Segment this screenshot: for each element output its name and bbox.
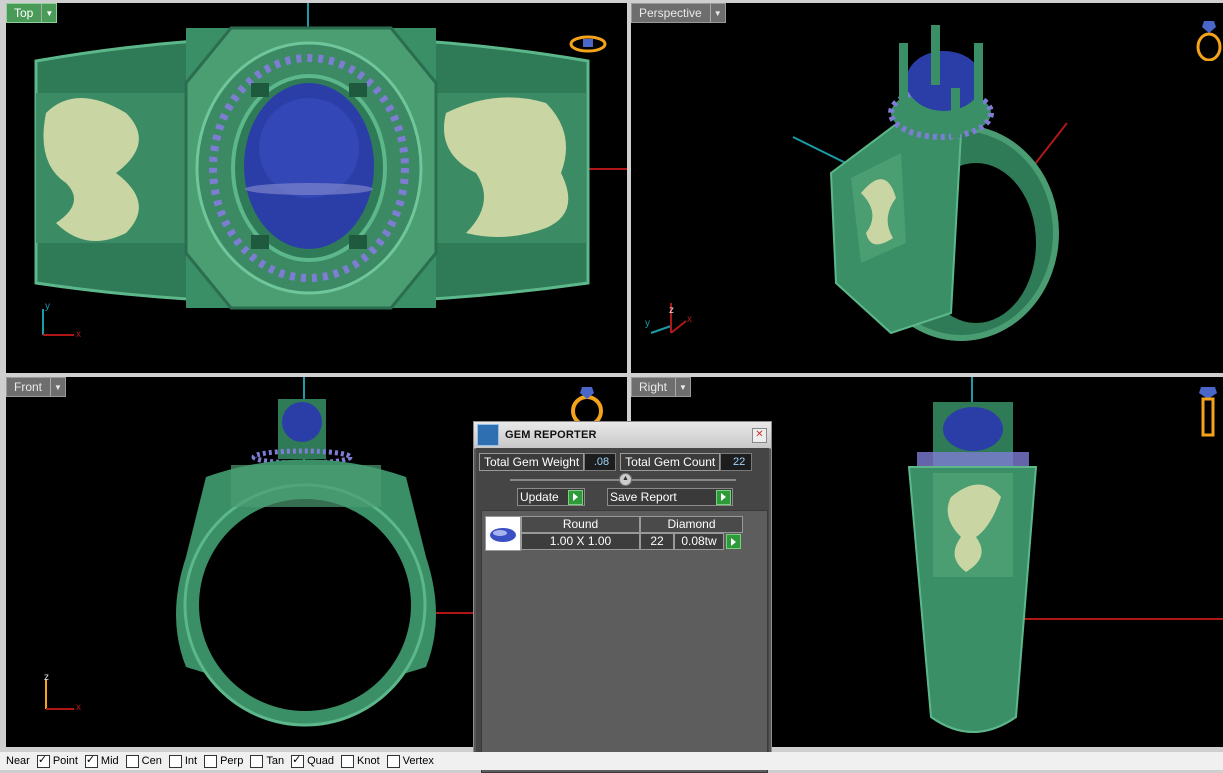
total-gem-weight-label: Total Gem Weight <box>479 453 585 471</box>
play-icon <box>568 489 583 505</box>
viewport-label-top[interactable]: Top ▼ <box>6 3 58 23</box>
gem-weight: 0.08tw <box>674 533 724 550</box>
checkbox-checked[interactable] <box>291 753 305 768</box>
axis-z-label: z <box>44 672 49 683</box>
axis-x-label: x <box>76 702 81 713</box>
axis-x-label: x <box>687 314 692 325</box>
checkbox-checked[interactable] <box>84 753 98 768</box>
viewport-label-perspective[interactable]: Perspective ▼ <box>631 3 726 23</box>
checkbox[interactable] <box>168 754 182 768</box>
checkbox[interactable] <box>125 754 139 768</box>
gem-reporter-titlebar[interactable]: GEM REPORTER ✕ <box>474 422 771 449</box>
ring-perspective-render <box>650 25 1068 341</box>
osnap-near[interactable]: Near <box>0 755 30 767</box>
gem-reporter-panel[interactable]: GEM REPORTER ✕ Total Gem Weight .08 Tota… <box>473 421 772 773</box>
osnap-label: Perp <box>220 755 244 767</box>
viewport-top[interactable]: Top ▼ y x <box>6 3 627 373</box>
checkbox[interactable] <box>386 754 400 768</box>
osnap-label: Quad <box>307 755 334 767</box>
osnap-label: Knot <box>357 755 380 767</box>
round-gem-icon <box>485 516 521 551</box>
ring-gumball-icon[interactable] <box>1193 17 1223 61</box>
viewport-name: Perspective <box>639 6 702 20</box>
splitter-knob[interactable]: ▲ <box>619 473 632 486</box>
gem-reporter-logo-icon <box>477 424 499 446</box>
update-button[interactable]: Update <box>517 488 585 506</box>
gem-shape: Round <box>521 516 640 533</box>
viewport-name: Right <box>639 380 668 394</box>
gem-reporter-title: GEM REPORTER <box>505 429 597 441</box>
checkbox[interactable] <box>250 754 264 768</box>
viewport-label-right[interactable]: Right ▼ <box>631 377 692 397</box>
osnap-quad[interactable]: Quad <box>291 753 334 768</box>
play-icon <box>716 489 731 505</box>
osnap-vertex[interactable]: Vertex <box>386 754 434 768</box>
osnap-tan[interactable]: Tan <box>250 754 285 768</box>
axis-y-label: y <box>645 318 650 329</box>
chevron-down-icon[interactable]: ▼ <box>41 4 56 22</box>
total-gem-count-value: 22 <box>720 453 753 471</box>
gem-reporter-body: Total Gem Weight .08 Total Gem Count 22 … <box>476 448 769 773</box>
gem-size: 1.00 X 1.00 <box>521 533 640 550</box>
viewport-name: Front <box>14 380 43 394</box>
list-item[interactable]: Round Diamond 1.00 X 1.00 22 0.08tw <box>485 516 743 551</box>
save-report-button-label: Save Report <box>610 490 677 504</box>
osnap-int[interactable]: Int <box>168 754 198 768</box>
axis-y-label: y <box>45 301 50 312</box>
chevron-down-icon[interactable]: ▼ <box>709 4 725 22</box>
select-gems-play-icon[interactable] <box>726 534 741 549</box>
osnap-label: Vertex <box>402 755 434 767</box>
viewport-perspective[interactable]: Perspective ▼ z y x <box>631 3 1223 373</box>
osnap-mid[interactable]: Mid <box>84 753 119 768</box>
axis-x-label: x <box>76 329 81 340</box>
ring-gumball-icon[interactable] <box>1197 385 1219 439</box>
osnap-perp[interactable]: Perp <box>204 754 244 768</box>
ring-gumball-icon[interactable] <box>568 33 608 55</box>
viewport-label-front[interactable]: Front ▼ <box>6 377 67 397</box>
close-icon[interactable]: ✕ <box>752 427 767 443</box>
axis-z-label: z <box>669 305 674 316</box>
save-report-button[interactable]: Save Report <box>607 488 733 506</box>
osnap-label: Cen <box>141 755 162 767</box>
gem-count: 22 <box>640 533 674 550</box>
osnap-label: Int <box>184 755 198 767</box>
total-gem-weight-value: .08 <box>584 453 617 471</box>
checkbox[interactable] <box>341 754 354 768</box>
checkbox[interactable] <box>204 754 218 768</box>
ring-top-render <box>34 3 627 336</box>
osnap-point[interactable]: Point <box>36 753 78 768</box>
chevron-down-icon[interactable]: ▼ <box>675 378 690 396</box>
chevron-down-icon[interactable]: ▼ <box>50 378 65 396</box>
osnap-label: Near <box>6 755 30 767</box>
osnap-label: Tan <box>266 755 285 767</box>
checkbox-checked[interactable] <box>36 753 50 768</box>
update-button-label: Update <box>520 490 559 504</box>
osnap-knot[interactable]: Knot <box>341 754 380 768</box>
osnap-cen[interactable]: Cen <box>125 754 162 768</box>
totals-row: Total Gem Weight .08 Total Gem Count 22 <box>479 453 753 471</box>
ring-gumball-icon[interactable] <box>566 385 608 425</box>
total-gem-count-label: Total Gem Count <box>620 453 721 471</box>
osnap-bar: Near Point Mid Cen Int Perp Tan Quad Kno… <box>0 752 1223 770</box>
osnap-label: Mid <box>100 755 119 767</box>
gem-list: Round Diamond 1.00 X 1.00 22 0.08tw <box>481 510 768 773</box>
osnap-label: Point <box>52 755 78 767</box>
gem-material: Diamond <box>640 516 743 533</box>
viewport-name: Top <box>14 6 34 20</box>
